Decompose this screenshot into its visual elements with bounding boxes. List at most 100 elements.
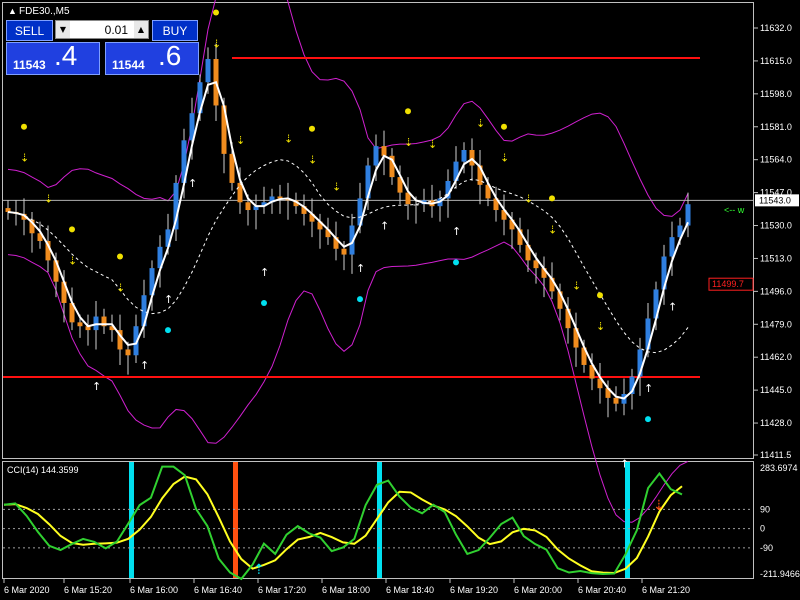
price-tick-label: 11530.0 xyxy=(760,221,792,231)
buy-arrow-icon: ↑ xyxy=(452,225,461,238)
price-tick-label: 11564.0 xyxy=(760,155,792,165)
buy-arrow-icon: ↑ xyxy=(380,219,389,232)
sell-price-box[interactable]: 11543 .4 xyxy=(6,40,100,75)
sell-price-small: 11543 xyxy=(13,58,46,72)
yellow-dot-icon xyxy=(549,195,555,202)
time-tick-label: 6 Mar 16:40 xyxy=(194,585,242,595)
buy-price-big: .6 xyxy=(158,40,182,71)
sell-arrow-icon: ⇣ xyxy=(524,192,533,205)
bear-candle xyxy=(77,322,83,327)
price-tick-label: 11615.0 xyxy=(760,56,792,66)
right-edge-label: <-- w xyxy=(724,205,745,215)
price-tick-label: 11513.0 xyxy=(760,253,792,263)
time-tick-label: 6 Mar 17:20 xyxy=(258,585,306,595)
sell-price-big: .4 xyxy=(54,40,78,71)
cci-tick-label: -211.9466 xyxy=(760,569,800,579)
cci-tick-label: 0 xyxy=(760,524,765,534)
lot-decrease-icon[interactable]: ▼ xyxy=(56,21,70,38)
sell-arrow-icon: ⇣ xyxy=(236,134,245,147)
lot-increase-icon[interactable]: ▲ xyxy=(134,21,148,38)
time-tick-label: 6 Mar 16:00 xyxy=(130,585,178,595)
sell-arrow-icon: ⇣ xyxy=(308,154,317,167)
bull-candle xyxy=(205,58,211,83)
buy-price-small: 11544 xyxy=(112,58,145,72)
bear-candle xyxy=(245,202,251,211)
time-tick-label: 6 Mar 15:20 xyxy=(64,585,112,595)
time-tick-label: 6 Mar 2020 xyxy=(4,585,50,595)
cci-signal-bar xyxy=(625,462,630,578)
price-tick-label: 11445.0 xyxy=(760,385,792,395)
cyan-dot-icon xyxy=(261,299,267,306)
alert-price-label: 11499.7 xyxy=(712,279,744,289)
price-tick-label: 11411.5 xyxy=(760,450,791,460)
buy-price-box[interactable]: 11544 .6 xyxy=(105,40,199,75)
yellow-dot-icon xyxy=(501,123,507,130)
sell-arrow-icon: ⇣ xyxy=(116,281,125,294)
yellow-dot-icon xyxy=(597,292,603,299)
buy-button[interactable]: BUY xyxy=(152,20,198,41)
buy-arrow-icon: ↑ xyxy=(140,359,149,372)
buy-arrow-icon: ↑ xyxy=(668,301,677,314)
cci-up-arrow-icon: ⇡ xyxy=(253,562,265,578)
bull-candle xyxy=(373,146,379,166)
time-tick-label: 6 Mar 21:20 xyxy=(642,585,690,595)
bear-candle xyxy=(341,248,347,255)
price-tick-label: 11428.0 xyxy=(760,418,792,428)
time-tick-label: 6 Mar 20:00 xyxy=(514,585,562,595)
cyan-dot-icon xyxy=(453,259,459,266)
bull-candle xyxy=(461,150,467,162)
sell-arrow-icon: ⇣ xyxy=(404,136,413,149)
price-tick-label: 11598.0 xyxy=(760,89,792,99)
price-tick-label: 11581.0 xyxy=(760,122,792,132)
cci-down-arrow-icon: ⇣ xyxy=(653,498,665,514)
current-price-label: 11543.0 xyxy=(759,195,791,205)
sell-button[interactable]: SELL xyxy=(6,20,53,41)
cci-signal-bar xyxy=(377,462,382,578)
bear-candle xyxy=(381,146,387,156)
yellow-dot-icon xyxy=(213,9,219,16)
sell-arrow-icon: ⇣ xyxy=(428,138,437,151)
trading-chart[interactable]: ▲ FDE30.,M5 ⇣⇣⇣↑⇣↑↑↑⇣⇣↑⇣⇣⇣↑↑⇣ ⇣↑⇣⇣⇣⇣⇣⇣↑↑↑… xyxy=(0,0,800,600)
sell-arrow-icon: ⇣ xyxy=(548,223,557,236)
buy-arrow-icon: ↑ xyxy=(188,177,197,190)
window-title-arrow: ▲ xyxy=(8,6,17,16)
sell-arrow-icon: ⇣ xyxy=(284,132,293,145)
cci-signal-bar xyxy=(233,462,238,578)
sell-arrow-icon: ⇣ xyxy=(44,192,53,205)
buy-arrow-icon: ↑ xyxy=(356,262,365,275)
cci-tick-label: -90 xyxy=(760,543,773,553)
lot-size-input[interactable] xyxy=(70,21,132,38)
buy-arrow-icon: ↑ xyxy=(644,382,653,395)
bear-candle xyxy=(469,150,475,166)
buy-arrow-icon: ↑ xyxy=(164,293,173,306)
sell-arrow-icon: ⇣ xyxy=(572,279,581,292)
time-tick-label: 6 Mar 19:20 xyxy=(450,585,498,595)
price-tick-label: 11496.0 xyxy=(760,286,792,296)
chart-background xyxy=(0,0,800,600)
time-tick-label: 6 Mar 18:40 xyxy=(386,585,434,595)
buy-arrow-icon: ↑ xyxy=(260,266,269,279)
buy-arrow-icon: ↑ xyxy=(92,380,101,393)
cci-label: CCI(14) 144.3599 xyxy=(7,465,79,475)
time-tick-label: 6 Mar 18:00 xyxy=(322,585,370,595)
bear-candle xyxy=(613,397,619,404)
window-title: FDE30.,M5 xyxy=(19,6,70,17)
time-tick-label: 6 Mar 20:40 xyxy=(578,585,626,595)
cci-tick-label: 90 xyxy=(760,504,770,514)
yellow-dot-icon xyxy=(117,253,123,260)
cci-tick-label: 283.6974 xyxy=(760,463,798,473)
sell-arrow-icon: ⇣ xyxy=(68,254,77,267)
cyan-dot-icon xyxy=(357,296,363,303)
lot-size-field[interactable]: ▼ ▲ xyxy=(55,20,149,39)
sell-arrow-icon: ⇣ xyxy=(212,37,221,50)
sell-arrow-icon: ⇣ xyxy=(20,152,29,165)
sell-arrow-icon: ⇣ xyxy=(332,181,341,194)
price-tick-label: 11462.0 xyxy=(760,352,792,362)
cyan-dot-icon xyxy=(645,416,651,423)
one-click-trade-panel: SELL ▼ ▲ BUY 11543 .4 11544 .6 xyxy=(6,19,199,75)
yellow-dot-icon xyxy=(309,125,315,132)
price-tick-label: 11632.0 xyxy=(760,23,792,33)
yellow-dot-icon xyxy=(405,108,411,115)
bear-candle xyxy=(125,349,131,356)
sell-arrow-icon: ⇣ xyxy=(596,320,605,333)
